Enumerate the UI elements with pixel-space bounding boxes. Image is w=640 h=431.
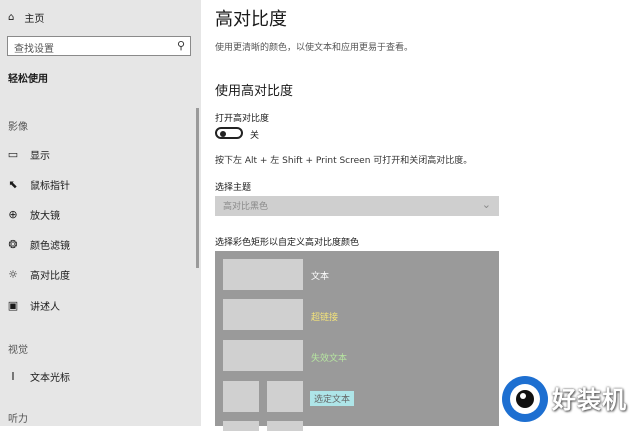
text-color-swatch[interactable] (223, 259, 303, 290)
theme-select[interactable]: 高对比黑色 ⌄ (215, 196, 499, 216)
narrator-icon: ▣ (7, 299, 19, 312)
preview-text: 文本 (311, 272, 330, 282)
contrast-icon: ☼ (8, 268, 18, 281)
button-text-swatch[interactable] (223, 421, 259, 431)
sidebar-item-narrator[interactable]: ▣ 讲述人 (6, 298, 60, 313)
high-contrast-toggle[interactable] (215, 127, 243, 139)
contrast-preview: 文本 超链接 失效文本 选定文本 (215, 251, 499, 431)
color-filter-icon: ❂ (8, 238, 18, 251)
section-vision: 影像 (8, 122, 28, 133)
section-hearing: 听力 (8, 414, 28, 425)
text-cursor-icon: I (11, 370, 15, 383)
disabled-text-color-swatch[interactable] (223, 340, 303, 371)
home-nav[interactable]: ⌂ 主页 (8, 10, 44, 25)
preview-hyperlink: 超链接 (311, 313, 339, 323)
shortcut-hint: 按下左 Alt + 左 Shift + Print Screen 可打开和关闭高… (215, 156, 473, 166)
preview-disabled-text: 失效文本 (311, 354, 348, 364)
section-title: 使用高对比度 (215, 84, 294, 99)
selected-text-bg-swatch[interactable] (267, 381, 303, 412)
main-content: 高对比度 使用更清晰的颜色，以使文本和应用更易于查看。 使用高对比度 打开高对比… (201, 0, 640, 431)
magnifier-icon: ⊕ (8, 208, 18, 221)
section-video: 视觉 (8, 345, 28, 356)
page-title: 高对比度 (215, 9, 287, 30)
page-description: 使用更清晰的颜色，以使文本和应用更易于查看。 (215, 43, 414, 53)
search-icon[interactable]: ⚲ (177, 39, 185, 52)
theme-value: 高对比黑色 (223, 202, 269, 212)
button-bg-swatch[interactable] (267, 421, 303, 431)
mouse-pointer-icon: ⬉ (8, 178, 18, 191)
theme-label: 选择主题 (215, 183, 252, 193)
sidebar-title: 轻松使用 (8, 74, 48, 85)
toggle-state: 关 (250, 131, 260, 141)
toggle-knob (220, 131, 226, 137)
toggle-label: 打开高对比度 (215, 114, 270, 124)
sidebar-item-display[interactable]: ▭ 显示 (6, 147, 50, 162)
sidebar-item-color-filters[interactable]: ❂ 颜色滤镜 (6, 237, 70, 252)
home-icon: ⌂ (8, 12, 15, 23)
watermark-logo: 好装机 (500, 374, 640, 426)
hyperlink-color-swatch[interactable] (223, 299, 303, 330)
search-input[interactable]: 查找设置 ⚲ (7, 36, 191, 56)
chevron-down-icon: ⌄ (481, 198, 491, 211)
sidebar-scrollbar[interactable] (196, 108, 199, 268)
home-label: 主页 (24, 14, 45, 25)
sidebar-item-magnifier[interactable]: ⊕ 放大镜 (6, 207, 60, 222)
watermark-text: 好装机 (552, 386, 627, 414)
eye-logo-icon (502, 376, 548, 422)
sidebar-item-mouse-pointer[interactable]: ⬉ 鼠标指针 (6, 177, 70, 192)
preview-label: 选择彩色矩形以自定义高对比度颜色 (215, 238, 360, 248)
sidebar-item-high-contrast[interactable]: ☼ 高对比度 (6, 267, 70, 282)
sidebar: ⌂ 主页 查找设置 ⚲ 轻松使用 影像 ▭ 显示 ⬉ 鼠标指针 ⊕ 放大镜 ❂ … (0, 0, 201, 426)
sidebar-item-text-cursor[interactable]: I 文本光标 (6, 369, 70, 384)
monitor-icon: ▭ (7, 148, 19, 161)
selected-text-fg-swatch[interactable] (223, 381, 259, 412)
search-placeholder: 查找设置 (14, 44, 54, 55)
preview-selected-text: 选定文本 (310, 391, 355, 406)
